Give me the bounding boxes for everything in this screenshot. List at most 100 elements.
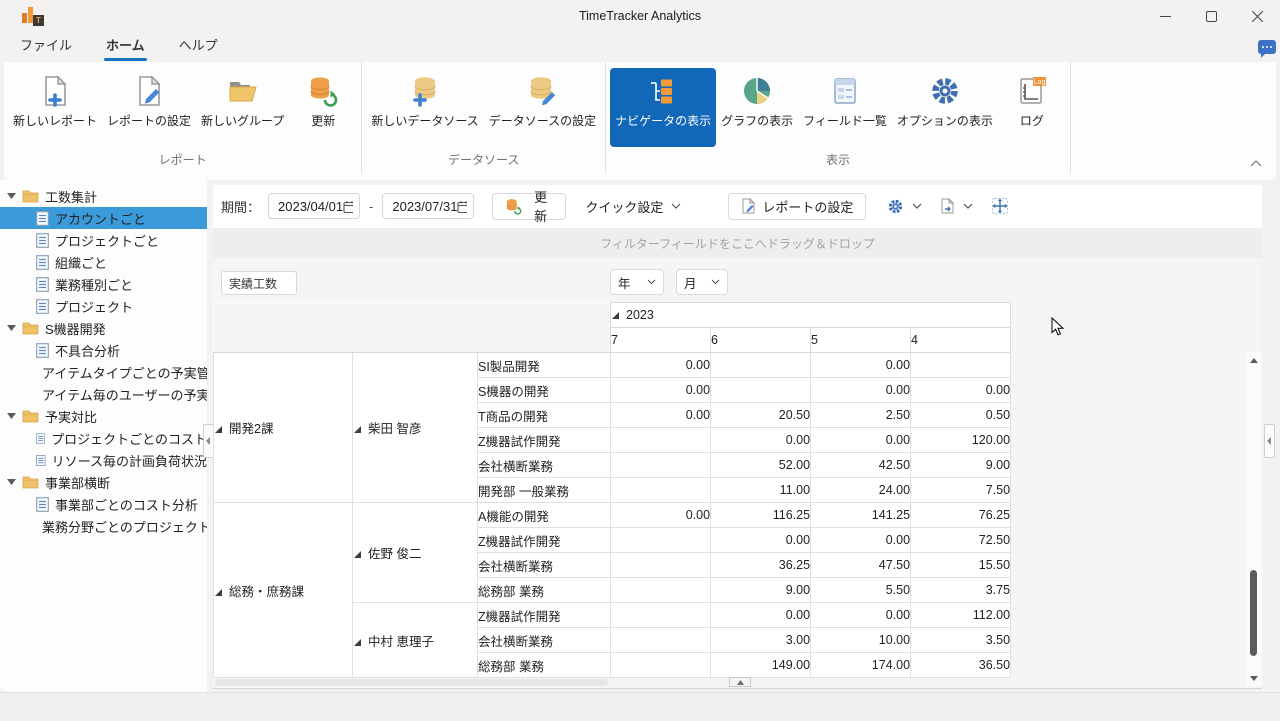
user-group-cell[interactable]: 柴田 智彦 [353, 353, 478, 503]
value-cell[interactable]: 0.00 [811, 603, 911, 628]
value-cell[interactable] [611, 528, 711, 553]
sidebar-item-15[interactable]: 業務分野ごとのプロジェクトのコス [0, 515, 207, 537]
value-cell[interactable]: 174.00 [811, 653, 911, 678]
value-cell[interactable]: 36.50 [911, 653, 1011, 678]
menu-tab-2[interactable]: ヘルプ [173, 32, 224, 62]
year-field-dropdown[interactable]: 年 [610, 269, 664, 295]
value-cell[interactable]: 15.50 [911, 553, 1011, 578]
value-cell[interactable]: 9.00 [911, 453, 1011, 478]
sidebar-folder-10[interactable]: 予実対比 [0, 405, 207, 427]
menu-tab-0[interactable]: ファイル [14, 32, 78, 62]
project-cell[interactable]: Z機器試作開発 [478, 528, 611, 553]
ribbon-button-doc-pencil[interactable]: レポートの設定 [102, 68, 196, 147]
value-cell[interactable] [711, 378, 811, 403]
menu-tab-1[interactable]: ホーム [100, 32, 151, 62]
ribbon-button-pie[interactable]: グラフの表示 [716, 68, 798, 147]
value-cell[interactable] [611, 453, 711, 478]
update-button[interactable]: 更新 [492, 193, 566, 220]
sidebar-item-7[interactable]: 不具合分析 [0, 339, 207, 361]
ribbon-button-folder[interactable]: 新しいグループ [196, 68, 289, 147]
sidebar-item-1[interactable]: アカウントごと [0, 207, 207, 229]
project-cell[interactable]: SI製品開発 [478, 353, 611, 378]
ribbon-button-db-refresh[interactable]: 更新 [289, 68, 357, 147]
month-header[interactable]: 6 [711, 328, 811, 353]
project-cell[interactable]: 会社横断業務 [478, 553, 611, 578]
value-cell[interactable] [611, 553, 711, 578]
value-cell[interactable]: 0.00 [711, 528, 811, 553]
scroll-down-arrow[interactable] [1246, 672, 1262, 684]
month-header[interactable]: 7 [611, 328, 711, 353]
sidebar-item-4[interactable]: 業務種別ごと [0, 273, 207, 295]
value-cell[interactable] [611, 478, 711, 503]
user-group-cell[interactable]: 佐野 俊二 [353, 503, 478, 603]
sidebar-folder-13[interactable]: 事業部横断 [0, 471, 207, 493]
value-cell[interactable]: 5.50 [811, 578, 911, 603]
project-cell[interactable]: Z機器試作開発 [478, 428, 611, 453]
scroll-up-arrow[interactable] [1246, 354, 1262, 366]
vertical-scrollbar-thumb[interactable] [1250, 570, 1257, 656]
sidebar-item-11[interactable]: プロジェクトごとのコスト [0, 427, 207, 449]
month-field-dropdown[interactable]: 月 [676, 269, 728, 295]
fullscreen-button[interactable] [982, 193, 1018, 220]
value-cell[interactable]: 0.00 [811, 528, 911, 553]
project-cell[interactable]: S機器の開発 [478, 378, 611, 403]
close-button[interactable] [1234, 0, 1280, 32]
value-cell[interactable]: 11.00 [711, 478, 811, 503]
value-cell[interactable]: 0.00 [711, 603, 811, 628]
sidebar-item-2[interactable]: プロジェクトごと [0, 229, 207, 251]
month-header[interactable]: 5 [811, 328, 911, 353]
grid-scroll-up-button[interactable] [729, 677, 751, 687]
value-cell[interactable] [711, 353, 811, 378]
project-cell[interactable]: 総務部 業務 [478, 653, 611, 678]
right-splitter-handle[interactable] [1264, 424, 1275, 458]
report-settings-button[interactable]: レポートの設定 [728, 193, 866, 220]
value-cell[interactable]: 112.00 [911, 603, 1011, 628]
value-cell[interactable]: 116.25 [711, 503, 811, 528]
sidebar-folder-0[interactable]: 工数集計 [0, 185, 207, 207]
sidebar-item-9[interactable]: アイテム毎のユーザーの予実管理 [0, 383, 207, 405]
sidebar-item-12[interactable]: リソース毎の計画負荷状況 [0, 449, 207, 471]
value-cell[interactable]: 0.00 [611, 353, 711, 378]
value-cell[interactable]: 7.50 [911, 478, 1011, 503]
date-from-input[interactable]: 2023/04/01 [268, 193, 360, 219]
value-cell[interactable]: 76.25 [911, 503, 1011, 528]
value-cell[interactable]: 72.50 [911, 528, 1011, 553]
value-cell[interactable]: 24.00 [811, 478, 911, 503]
ribbon-collapse-button[interactable] [1250, 154, 1262, 172]
value-cell[interactable]: 0.00 [611, 378, 711, 403]
year-group-header[interactable]: 2023 [611, 303, 1011, 328]
project-cell[interactable]: 会社横断業務 [478, 453, 611, 478]
ribbon-button-fields[interactable]: フィールド一覧 [798, 68, 892, 147]
value-cell[interactable]: 0.00 [811, 428, 911, 453]
value-cell[interactable]: 0.00 [811, 378, 911, 403]
sidebar-folder-6[interactable]: S機器開発 [0, 317, 207, 339]
org-group-cell[interactable]: 開発2課 [214, 353, 353, 503]
sidebar-item-5[interactable]: プロジェクト [0, 295, 207, 317]
sidebar-item-14[interactable]: 事業部ごとのコスト分析 [0, 493, 207, 515]
horizontal-scrollbar-thumb[interactable] [215, 679, 608, 686]
ribbon-button-db-plus[interactable]: 新しいデータソース [366, 68, 483, 147]
value-cell[interactable]: 0.00 [611, 403, 711, 428]
value-cell[interactable]: 149.00 [711, 653, 811, 678]
value-cell[interactable]: 0.50 [911, 403, 1011, 428]
project-cell[interactable]: T商品の開発 [478, 403, 611, 428]
value-cell[interactable]: 10.00 [811, 628, 911, 653]
value-cell[interactable]: 47.50 [811, 553, 911, 578]
feedback-bubble-icon[interactable] [1258, 40, 1276, 54]
export-dropdown[interactable] [931, 193, 982, 220]
value-cell[interactable]: 141.25 [811, 503, 911, 528]
value-cell[interactable]: 0.00 [811, 353, 911, 378]
value-cell[interactable]: 0.00 [711, 428, 811, 453]
project-cell[interactable]: 総務部 業務 [478, 578, 611, 603]
project-cell[interactable]: 開発部 一般業務 [478, 478, 611, 503]
value-cell[interactable]: 36.25 [711, 553, 811, 578]
value-cell[interactable]: 9.00 [711, 578, 811, 603]
month-header[interactable]: 4 [911, 328, 1011, 353]
measure-chip[interactable]: 実績工数 [221, 271, 297, 295]
value-cell[interactable] [611, 653, 711, 678]
sidebar-item-3[interactable]: 組織ごと [0, 251, 207, 273]
ribbon-button-navigator[interactable]: ナビゲータの表示 [610, 68, 716, 147]
value-cell[interactable]: 0.00 [611, 503, 711, 528]
minimize-button[interactable] [1142, 0, 1188, 32]
ribbon-button-gear[interactable]: オプションの表示 [892, 68, 998, 147]
